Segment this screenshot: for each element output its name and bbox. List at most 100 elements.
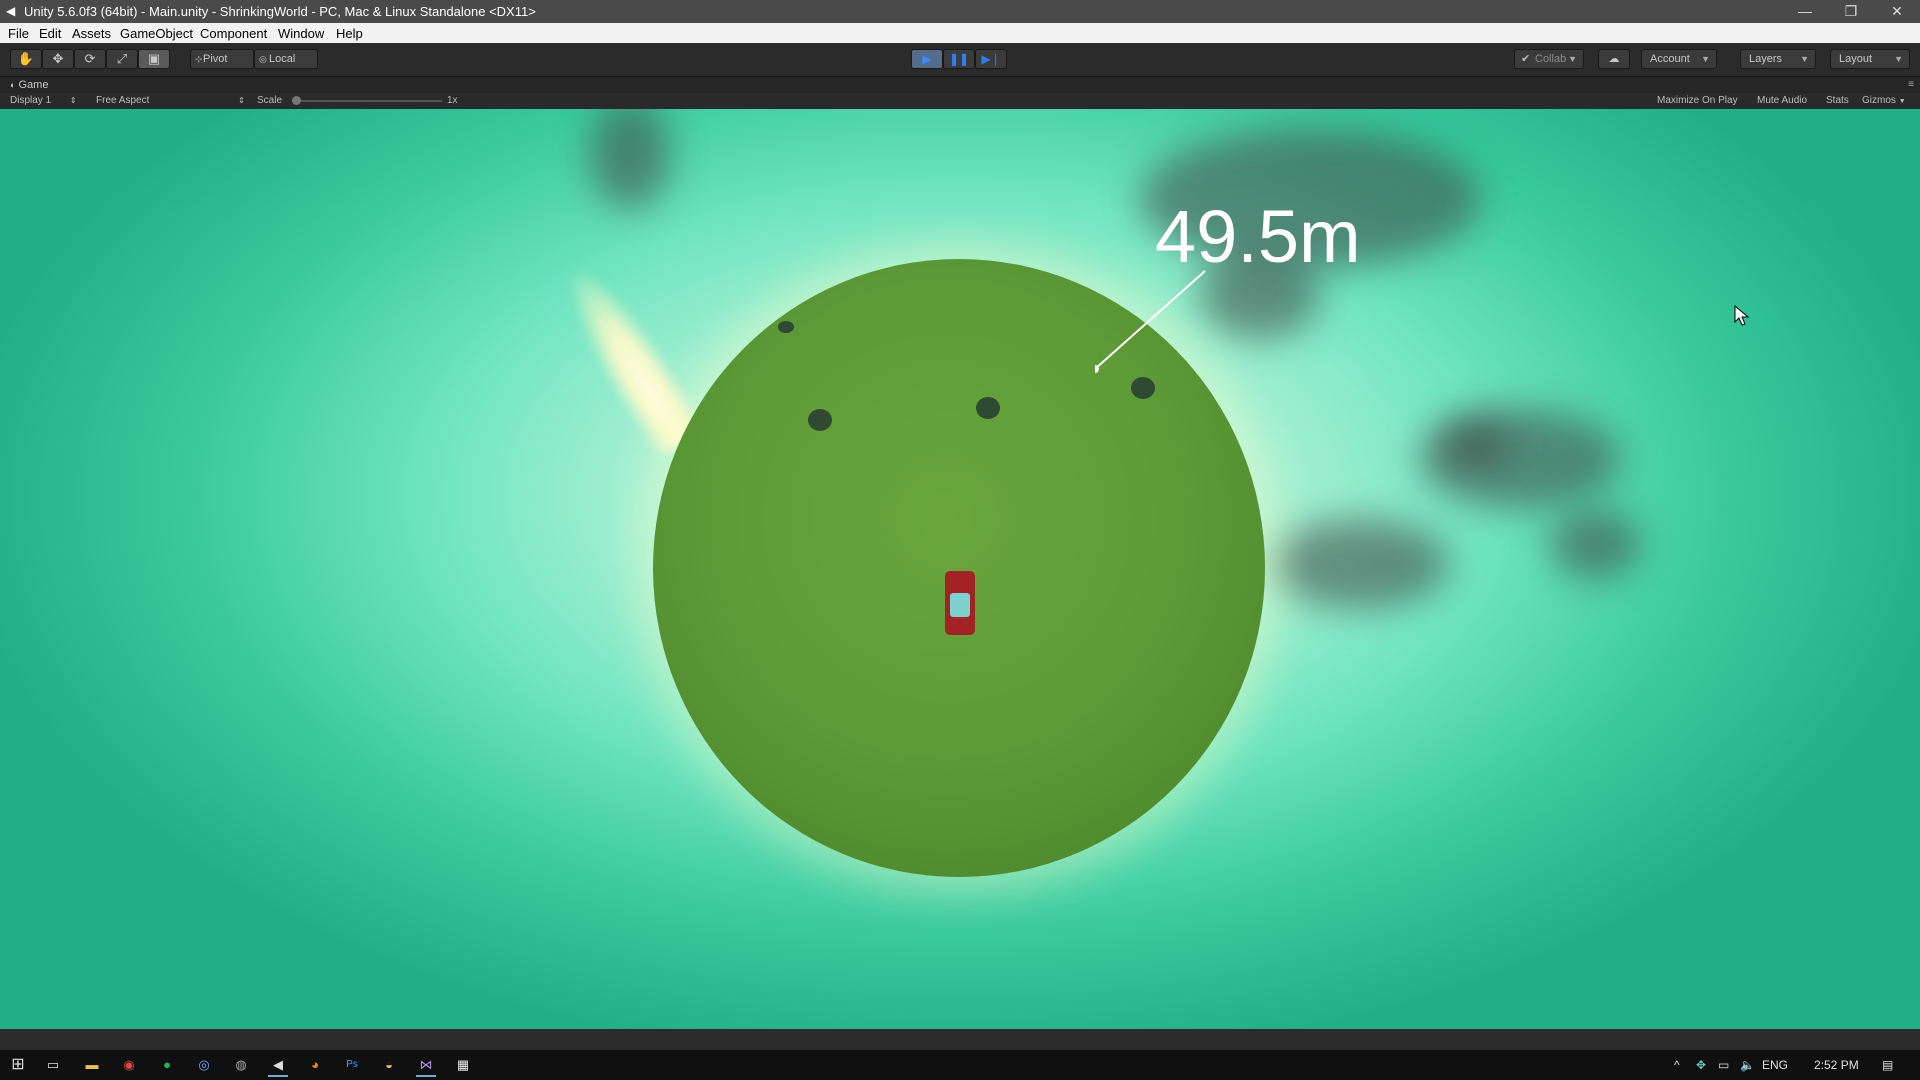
smoke-cloud [1550, 509, 1640, 579]
menu-component[interactable]: Component [200, 26, 267, 41]
menu-assets[interactable]: Assets [72, 26, 111, 41]
account-label: Account [1650, 53, 1690, 65]
maximize-on-play-toggle[interactable]: Maximize On Play [1657, 95, 1738, 106]
close-icon[interactable]: ✕ [1874, 0, 1920, 23]
account-dropdown[interactable]: Account ▼ [1641, 49, 1717, 69]
panel-menu-icon[interactable]: ≡ [1908, 79, 1914, 90]
minimize-icon[interactable]: — [1782, 0, 1828, 23]
scale-tool-icon[interactable]: ⤢ [106, 49, 138, 69]
steam-icon[interactable]: ◍ [231, 1055, 251, 1075]
play-icon: ▶ [922, 52, 932, 66]
display-dropdown[interactable]: Display 1 ⇕ [10, 95, 77, 106]
tree [778, 321, 794, 333]
unity-icon[interactable]: ◀ [268, 1055, 288, 1077]
task-view-icon[interactable]: ▭ [43, 1055, 63, 1075]
local-icon: ◎ [259, 54, 267, 64]
clock[interactable]: 2:52 PM [1814, 1058, 1859, 1072]
chevron-up-icon[interactable]: ^ [1674, 1058, 1680, 1072]
app-icon[interactable]: ◒ [379, 1055, 399, 1075]
collab-dropdown[interactable]: ✔ Collab ▼ [1514, 49, 1584, 69]
windows-start-icon[interactable]: ⊞ [8, 1055, 28, 1075]
unity-logo-icon: ◀ [6, 4, 16, 18]
local-toggle[interactable]: ◎ Local [254, 49, 318, 69]
smoke-cloud [1440, 419, 1510, 469]
step-button[interactable]: ▶❘ [975, 49, 1007, 69]
layers-label: Layers [1749, 53, 1783, 65]
aspect-label: Free Aspect [96, 95, 150, 106]
action-center-icon[interactable]: ▤ [1882, 1058, 1893, 1072]
pivot-label: Pivot [203, 53, 228, 65]
chrome-icon[interactable]: ◉ [119, 1055, 139, 1075]
move-tool-icon[interactable]: ✥ [42, 49, 74, 69]
game-tab-icon: ◐ [10, 80, 16, 90]
pivot-icon: ⊹ [195, 54, 203, 64]
chevron-down-icon: ▼ [1894, 54, 1903, 64]
spotify-icon[interactable]: ● [157, 1055, 177, 1075]
play-button[interactable]: ▶ [911, 49, 943, 69]
gizmos-dropdown[interactable]: Gizmos ▼ [1862, 95, 1906, 106]
cloud-button[interactable]: ☁ [1598, 49, 1630, 69]
chevron-down-icon: ▼ [1800, 54, 1809, 64]
distance-readout: 49.5m [1155, 195, 1361, 278]
chevron-updown-icon: ⇕ [69, 96, 77, 105]
blender-icon[interactable]: ◕ [305, 1055, 325, 1075]
check-icon: ✔ [1521, 53, 1531, 65]
display-label: Display 1 [10, 95, 52, 106]
chevron-updown-icon: ⇕ [238, 96, 245, 105]
network-icon[interactable]: ▭ [1718, 1058, 1729, 1072]
language-indicator[interactable]: ENG [1762, 1058, 1788, 1072]
step-icon: ▶❘ [981, 52, 1001, 66]
car-windshield [950, 593, 970, 617]
pause-button[interactable]: ❚❚ [943, 49, 975, 69]
mute-audio-toggle[interactable]: Mute Audio [1757, 95, 1807, 106]
menu-file[interactable]: File [8, 26, 29, 41]
volume-icon[interactable]: 🔈 [1740, 1058, 1755, 1072]
game-tab-label: Game [18, 79, 49, 91]
local-label: Local [269, 53, 296, 65]
pivot-toggle[interactable]: ⊹ Pivot [190, 49, 254, 69]
scale-slider-track[interactable] [292, 96, 442, 105]
status-bar [0, 1029, 1920, 1050]
scale-value: 1x [447, 95, 458, 106]
window-title: Unity 5.6.0f3 (64bit) - Main.unity - Shr… [24, 4, 536, 19]
game-viewport[interactable]: 49.5m [0, 109, 1920, 1029]
tree [808, 409, 832, 431]
game-tab-bar: ◐ Game ≡ [0, 77, 1920, 93]
scale-label: Scale [257, 95, 283, 106]
layout-label: Layout [1839, 53, 1873, 65]
menu-edit[interactable]: Edit [39, 26, 61, 41]
rect-tool-icon[interactable]: ▣ [138, 49, 170, 69]
title-bar: ◀ Unity 5.6.0f3 (64bit) - Main.unity - S… [0, 0, 1920, 23]
aspect-dropdown[interactable]: Free Aspect ⇕ [96, 95, 245, 106]
restore-icon[interactable]: ❐ [1828, 0, 1874, 23]
chevron-down-icon: ▼ [1568, 54, 1577, 64]
rotate-tool-icon[interactable]: ⟳ [74, 49, 106, 69]
chevron-down-icon: ▼ [1701, 54, 1710, 64]
player-car [945, 571, 975, 635]
hand-tool-icon[interactable]: ✋ [10, 49, 42, 69]
game-view-controls: Display 1 ⇕ Free Aspect ⇕ Scale 1x Maxim… [0, 93, 1920, 109]
menu-gameobject[interactable]: GameObject [120, 26, 193, 41]
dropbox-icon[interactable]: ✥ [1696, 1058, 1706, 1072]
collab-label: Collab [1535, 53, 1567, 65]
menu-bar: File Edit Assets GameObject Component Wi… [0, 23, 1920, 44]
smoke-trail [590, 109, 670, 209]
windows-taskbar: ⊞ ▭ ▬ ◉ ● ◎ ◍ ◀ ◕ Ps ◒ ⋈ ▦ ^ ✥ ▭ 🔈 ENG 2… [0, 1050, 1920, 1080]
calculator-icon[interactable]: ▦ [453, 1055, 473, 1075]
menu-window[interactable]: Window [278, 26, 324, 41]
scale-slider-handle[interactable] [292, 96, 301, 105]
tree [976, 397, 1000, 419]
menu-help[interactable]: Help [336, 26, 363, 41]
layout-dropdown[interactable]: Layout ▼ [1830, 49, 1910, 69]
chevron-down-icon: ▼ [1898, 98, 1906, 105]
app-icon[interactable]: ◎ [194, 1055, 214, 1075]
distance-pointer [1095, 270, 1206, 373]
cloud-icon: ☁ [1608, 53, 1620, 65]
visual-studio-icon[interactable]: ⋈ [416, 1055, 436, 1077]
tab-game[interactable]: ◐ Game [10, 79, 48, 91]
stats-toggle[interactable]: Stats [1826, 95, 1849, 106]
file-explorer-icon[interactable]: ▬ [82, 1055, 102, 1075]
photoshop-icon[interactable]: Ps [342, 1055, 362, 1075]
layers-dropdown[interactable]: Layers ▼ [1740, 49, 1816, 69]
system-tray: ^ ✥ ▭ 🔈 ENG 2:52 PM ▤ [1660, 1050, 1920, 1080]
